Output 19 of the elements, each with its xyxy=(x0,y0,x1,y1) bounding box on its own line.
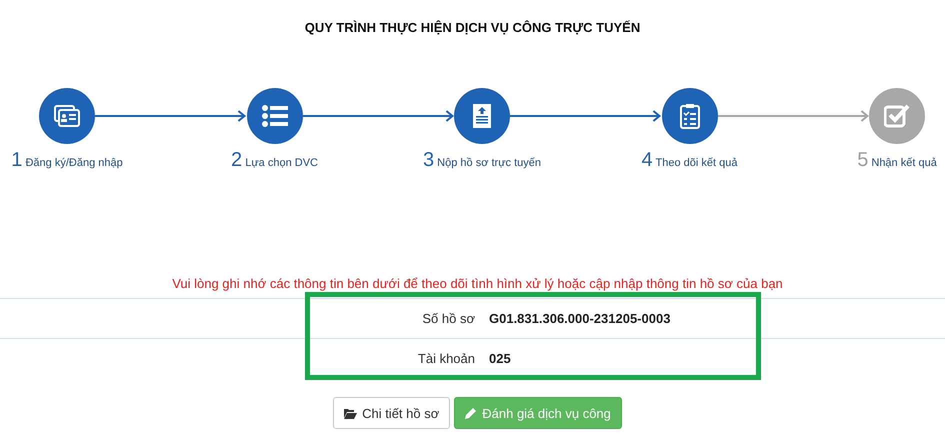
details-button[interactable]: Chi tiết hồ sơ xyxy=(333,397,450,429)
field-value: G01.831.306.000-231205-0003 xyxy=(489,311,672,326)
notice-text: Vui lòng ghi nhớ các thông tin bên dưới để theo dõi tình hình xử lý hoặc cập nhập thông tin hồ sơ của bạn xyxy=(171,276,784,293)
step-label: 5 Nhận kết quả xyxy=(857,149,937,172)
clipboard-icon xyxy=(680,103,700,129)
id-card-icon xyxy=(54,104,80,128)
step-label: 2 Lựa chọn DVC xyxy=(231,149,318,172)
checkbox-icon xyxy=(884,104,910,128)
pencil-icon xyxy=(465,407,478,419)
field-label: Tài khoản xyxy=(416,351,475,366)
step-label: 1 Đăng ký/Đăng nhập xyxy=(11,149,123,172)
field-value: 025 xyxy=(489,351,512,366)
page-title: QUY TRÌNH THỰC HIỆN DỊCH VỤ CÔNG TRỰC TUYẾN xyxy=(304,19,642,37)
field-label: Số hồ sơ xyxy=(421,311,475,326)
folder-icon xyxy=(344,408,358,418)
document-icon xyxy=(472,103,492,129)
step-label: 3 Nộp hồ sơ trực tuyến xyxy=(422,149,542,172)
step-label: 4 Theo dõi kết quả xyxy=(642,149,738,172)
list-icon xyxy=(262,105,288,127)
